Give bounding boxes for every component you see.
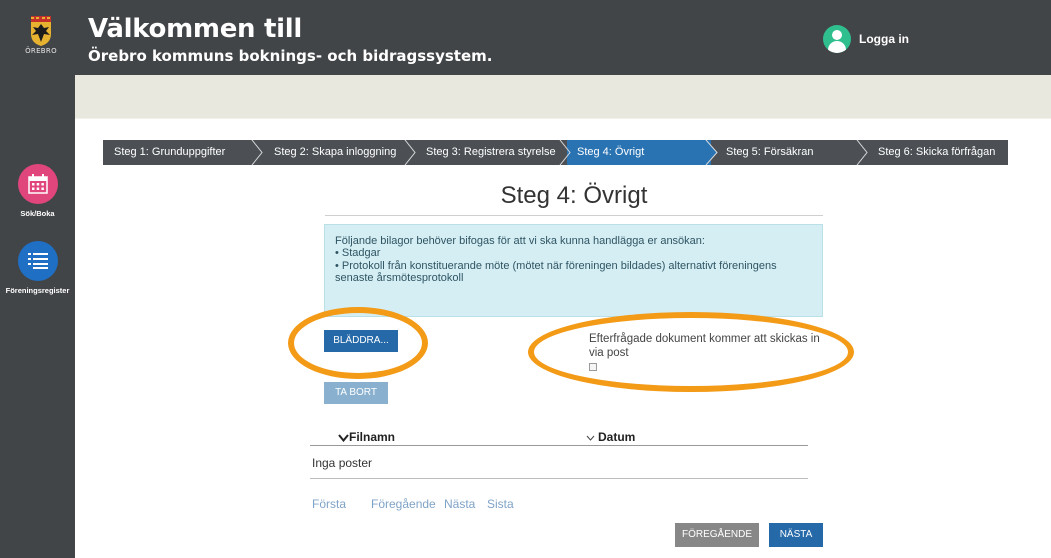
column-header-datum[interactable]: Datum bbox=[586, 430, 635, 444]
highlight-ring bbox=[528, 312, 854, 392]
sidebar-item-foreningsregister[interactable]: Föreningsregister bbox=[0, 241, 75, 295]
chevron-right-icon bbox=[251, 140, 263, 165]
chevron-right-icon bbox=[704, 140, 718, 165]
empty-table-message: Inga poster bbox=[312, 456, 373, 470]
chevron-right-icon bbox=[404, 140, 416, 165]
pager-previous[interactable]: Föregående bbox=[371, 497, 436, 511]
attachments-info-box: Följande bilagor behöver bifogas för att… bbox=[324, 224, 823, 317]
chevron-right-icon bbox=[856, 140, 868, 165]
step-5[interactable]: Steg 5: Försäkran bbox=[726, 140, 813, 165]
info-line: senaste årsmötesprotokoll bbox=[335, 272, 464, 285]
header-band bbox=[75, 75, 1051, 118]
column-label: Filnamn bbox=[349, 430, 396, 444]
remove-button[interactable]: TA BORT bbox=[324, 382, 388, 404]
top-header: ÖREBRO Välkommen till Örebro kommuns bok… bbox=[0, 0, 1051, 75]
pager-next[interactable]: Nästa bbox=[444, 497, 475, 511]
page-title: Steg 4: Övrigt bbox=[500, 182, 648, 209]
step-1[interactable]: Steg 1: Grunduppgifter bbox=[114, 140, 225, 165]
column-header-filnamn[interactable]: Filnamn bbox=[338, 430, 395, 444]
chevron-right-icon bbox=[559, 140, 571, 165]
login-label: Logga in bbox=[859, 32, 909, 46]
highlight-ring bbox=[288, 307, 428, 379]
divider bbox=[310, 478, 808, 479]
sidebar-item-label: Föreningsregister bbox=[5, 286, 70, 295]
step-3[interactable]: Steg 3: Registrera styrelse bbox=[426, 140, 556, 165]
coat-of-arms-icon bbox=[31, 16, 51, 46]
next-button[interactable]: NÄSTA bbox=[769, 523, 823, 547]
logo-text: ÖREBRO bbox=[25, 47, 57, 55]
chevron-down-icon bbox=[338, 434, 349, 442]
column-label: Datum bbox=[598, 430, 636, 444]
step-progress-bar: Steg 1: Grunduppgifter Steg 2: Skapa inl… bbox=[103, 140, 1008, 165]
login-button[interactable]: Logga in bbox=[823, 25, 909, 53]
info-line: • Stadgar bbox=[335, 247, 381, 260]
list-icon bbox=[17, 241, 58, 281]
calendar-icon bbox=[17, 164, 58, 204]
step-4[interactable]: Steg 4: Övrigt bbox=[577, 140, 644, 165]
user-icon bbox=[823, 25, 851, 53]
divider bbox=[325, 215, 823, 216]
sidebar-item-label: Sök/Boka bbox=[20, 209, 55, 218]
divider bbox=[75, 118, 1051, 119]
pager-first[interactable]: Första bbox=[312, 497, 346, 511]
welcome-subtitle: Örebro kommuns boknings- och bidragssyst… bbox=[88, 47, 493, 65]
divider bbox=[310, 445, 808, 446]
sidebar-item-sok-boka[interactable]: Sök/Boka bbox=[0, 164, 75, 218]
sidebar: Sök/Boka Föreningsregister bbox=[0, 75, 75, 558]
step-2[interactable]: Steg 2: Skapa inloggning bbox=[274, 140, 396, 165]
info-line: • Protokoll från konstituerande möte (mö… bbox=[335, 259, 777, 272]
chevron-down-icon bbox=[586, 435, 595, 441]
welcome-title: Välkommen till bbox=[88, 14, 302, 44]
pager-last[interactable]: Sista bbox=[487, 497, 514, 511]
previous-button[interactable]: FÖREGÅENDE bbox=[675, 523, 759, 547]
orebro-logo[interactable]: ÖREBRO bbox=[20, 16, 62, 66]
step-6[interactable]: Steg 6: Skicka förfrågan bbox=[878, 140, 995, 165]
info-line: Följande bilagor behöver bifogas för att… bbox=[335, 235, 705, 247]
